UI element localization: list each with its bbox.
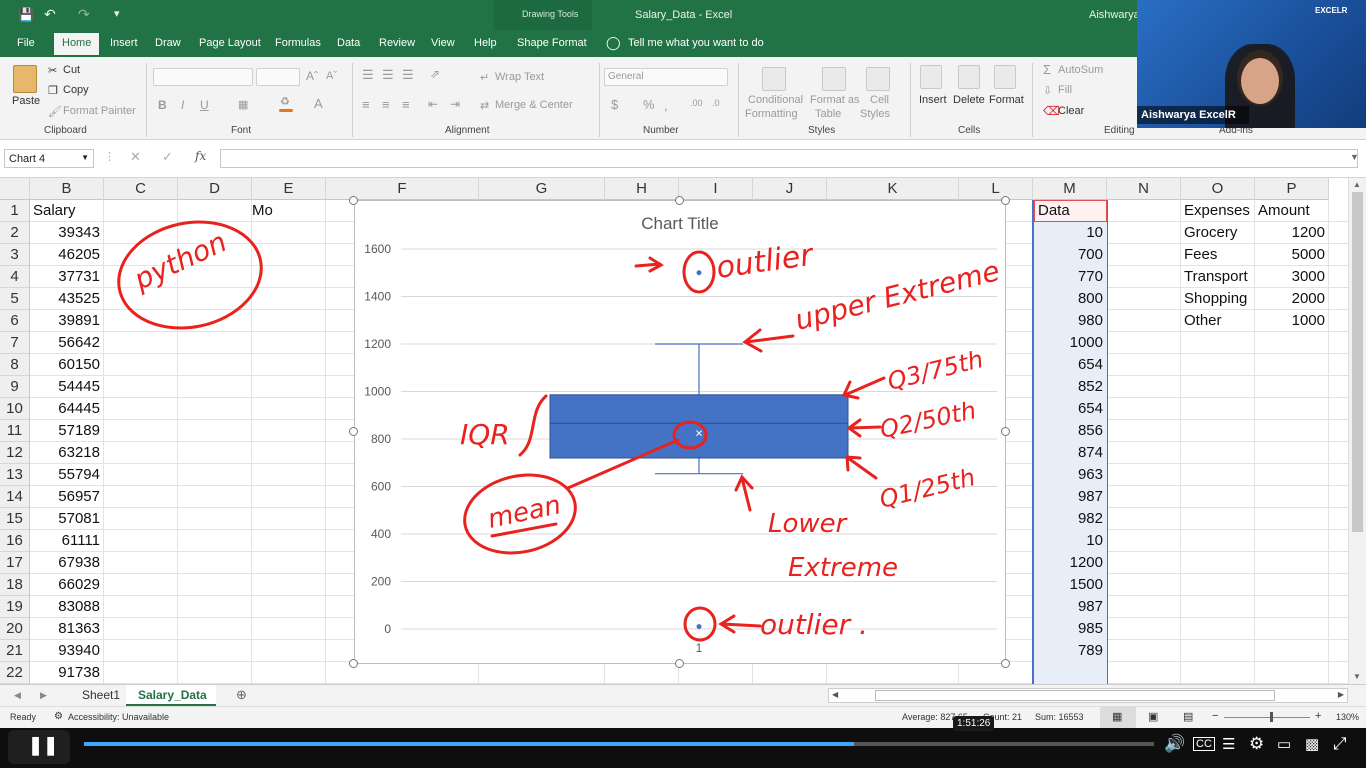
iqr-note: IQR [460,418,510,451]
mean-marker-circle [672,420,708,450]
iqr-brace [518,394,548,457]
seek-time-tooltip: 1:51:26 [953,716,995,731]
picture-in-picture-icon[interactable]: ▩ [1305,735,1319,753]
arrow-icon [734,474,754,512]
arrow-icon [845,455,878,480]
active-sheet-tab[interactable]: Salary_Data [126,685,216,706]
cast-icon[interactable]: ▭ [1277,735,1291,753]
webcam-overlay: EXCELR Aishwarya ExcelR [1137,0,1366,128]
zoom-in-icon[interactable]: + [1315,710,1321,722]
prev-sheet-icon[interactable]: ◀ [14,690,21,701]
accessibility-icon: ⚙ [54,711,63,722]
sheet-tab-salary-data: Salary_Data [138,688,207,702]
seek-progress [84,742,855,746]
fullscreen-icon[interactable]: ⤢ [1333,734,1347,754]
page-layout-view-icon[interactable]: ▣ [1148,710,1158,723]
grid-view-icon: ▦ [1112,711,1123,723]
status-bar: Ready ⚙ Accessibility: Unavailable Avera… [0,706,1366,728]
play-pause-button[interactable]: ❚❚ [8,730,70,764]
sum-status[interactable]: Sum: 16553 [1035,712,1084,722]
upper-extreme-note: upper Extreme [792,254,1003,337]
arrow-icon [742,328,795,353]
normal-view-button[interactable]: ▦ [1100,707,1136,728]
settings-gear-icon[interactable]: ⚙ [1249,734,1264,754]
add-sheet-icon[interactable]: ⊕ [236,687,247,703]
page-break-view-icon[interactable]: ▤ [1183,710,1193,723]
vertical-scrollbar[interactable]: ▲ ▼ [1348,178,1366,684]
pause-icon: ❚❚ [28,735,59,755]
transcript-icon[interactable]: ☰ [1222,735,1235,753]
scroll-left-icon[interactable]: ◀ [832,690,838,699]
lower-extreme-note-1: Lower [768,509,849,539]
python-note: python [128,225,232,297]
seek-bar[interactable] [84,742,1154,746]
expand-formula-bar-icon[interactable]: ▼ [1350,152,1359,162]
mean-arrow-line [566,438,680,490]
zoom-level[interactable]: 130% [1336,712,1359,722]
zoom-slider[interactable] [1224,717,1310,718]
webcam-label: Aishwarya ExcelR [1141,109,1236,121]
video-player-bar: ❚❚ 1:51:26 🔊 CC ☰ ⚙ ▭ ▩ ⤢ [0,716,1366,768]
outlier-circle [682,250,716,294]
sheet-tab-sheet1[interactable]: Sheet1 [82,688,120,702]
h-scroll-thumb[interactable] [875,690,1275,701]
captions-icon[interactable]: CC [1193,737,1215,751]
scroll-up-icon[interactable]: ▲ [1353,180,1361,189]
scroll-right-icon[interactable]: ▶ [1338,690,1344,699]
ready-status: Ready [10,712,37,722]
outlier-top-note: outlier [714,238,816,286]
next-sheet-icon[interactable]: ▶ [40,690,47,701]
scroll-down-icon[interactable]: ▼ [1353,672,1361,681]
outlier-bottom-note: outlier . [760,608,868,641]
q1-note: Q1/25th [877,463,978,514]
scroll-thumb[interactable] [1352,192,1363,532]
mean-note: mean [485,490,563,535]
brand-logo: EXCELR [1315,6,1348,15]
horizontal-scrollbar[interactable]: ◀ ▶ [828,688,1348,703]
zoom-slider-thumb[interactable] [1270,712,1273,722]
zoom-out-icon[interactable]: − [1212,710,1218,722]
arrow-icon [846,418,882,438]
arrow-icon [841,376,886,400]
presenter-face-highlight [1241,58,1279,104]
q3-note: Q3/75th [885,345,986,396]
q2-note: Q2/50th [877,396,978,444]
lower-extreme-note-2: Extreme [788,553,898,583]
arrow-icon [634,256,664,273]
outlier-circle [683,606,717,642]
arrow-icon [718,614,762,634]
accessibility-status[interactable]: Accessibility: Unavailable [68,712,169,722]
sheet-tabs-bar: ◀ ▶ Sheet1 Salary_Data ⊕ ◀ ▶ [0,684,1366,706]
volume-icon[interactable]: 🔊 [1164,734,1185,754]
